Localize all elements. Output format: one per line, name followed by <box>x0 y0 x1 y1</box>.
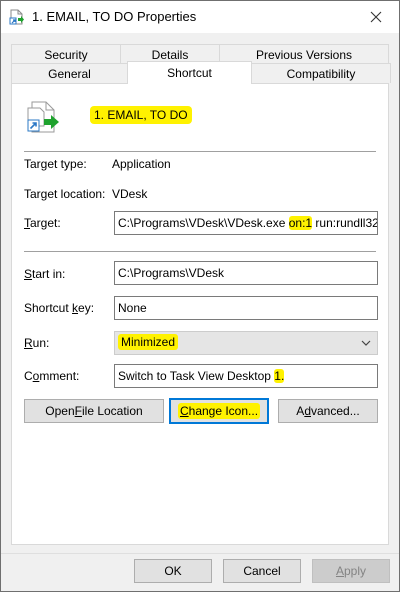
separator <box>24 251 376 252</box>
close-button[interactable] <box>353 1 399 33</box>
target-type-label: Target type: <box>24 157 87 171</box>
tab-general[interactable]: General <box>11 63 128 83</box>
start-in-input[interactable]: C:\Programs\VDesk <box>114 261 378 285</box>
target-label: Target: <box>24 216 61 230</box>
properties-window: 1. EMAIL, TO DO Properties Security Deta… <box>0 0 400 592</box>
shortcut-file-icon <box>27 101 59 133</box>
run-label: Run: <box>24 336 50 350</box>
target-type-value: Application <box>112 157 171 171</box>
shortcut-file-icon <box>9 9 24 25</box>
footer-separator <box>1 553 399 554</box>
separator <box>24 151 376 152</box>
tab-shortcut[interactable]: Shortcut <box>127 61 252 84</box>
tabs-row-bottom: General Shortcut Compatibility <box>11 61 391 84</box>
shortcut-key-input[interactable]: None <box>114 296 378 320</box>
title-bar[interactable]: 1. EMAIL, TO DO Properties <box>1 1 399 33</box>
apply-button[interactable]: Apply <box>312 559 390 583</box>
target-location-label: Target location: <box>24 187 106 201</box>
comment-highlight: 1. <box>274 369 285 383</box>
ok-button[interactable]: OK <box>134 559 212 583</box>
open-file-location-button[interactable]: Open File Location <box>24 399 164 423</box>
start-in-label: Start in: <box>24 267 66 281</box>
shortcut-key-label: Shortcut key: <box>24 301 95 315</box>
window-title: 1. EMAIL, TO DO Properties <box>32 9 197 24</box>
advanced-button[interactable]: Ad vanced... <box>278 399 378 423</box>
comment-label: Comment: <box>24 369 80 383</box>
close-icon <box>370 11 382 23</box>
target-highlight: on:1 <box>288 216 313 230</box>
comment-input[interactable]: Switch to Task View Desktop 1. <box>114 364 378 388</box>
run-selected-value: Minimized <box>118 334 179 350</box>
tab-security[interactable]: Security <box>11 44 121 64</box>
shortcut-tab-panel: 1. EMAIL, TO DO Target type: Application… <box>11 83 389 545</box>
change-icon-button[interactable]: Change Icon... <box>169 398 269 424</box>
target-location-value: VDesk <box>112 187 148 201</box>
target-input[interactable]: C:\Programs\VDesk\VDesk.exe on:1 run:run… <box>114 211 378 235</box>
shortcut-name-field[interactable]: 1. EMAIL, TO DO <box>90 106 192 124</box>
run-dropdown[interactable]: Minimized <box>114 331 378 355</box>
tab-compatibility[interactable]: Compatibility <box>251 63 391 83</box>
chevron-down-icon <box>361 340 371 346</box>
cancel-button[interactable]: Cancel <box>223 559 301 583</box>
